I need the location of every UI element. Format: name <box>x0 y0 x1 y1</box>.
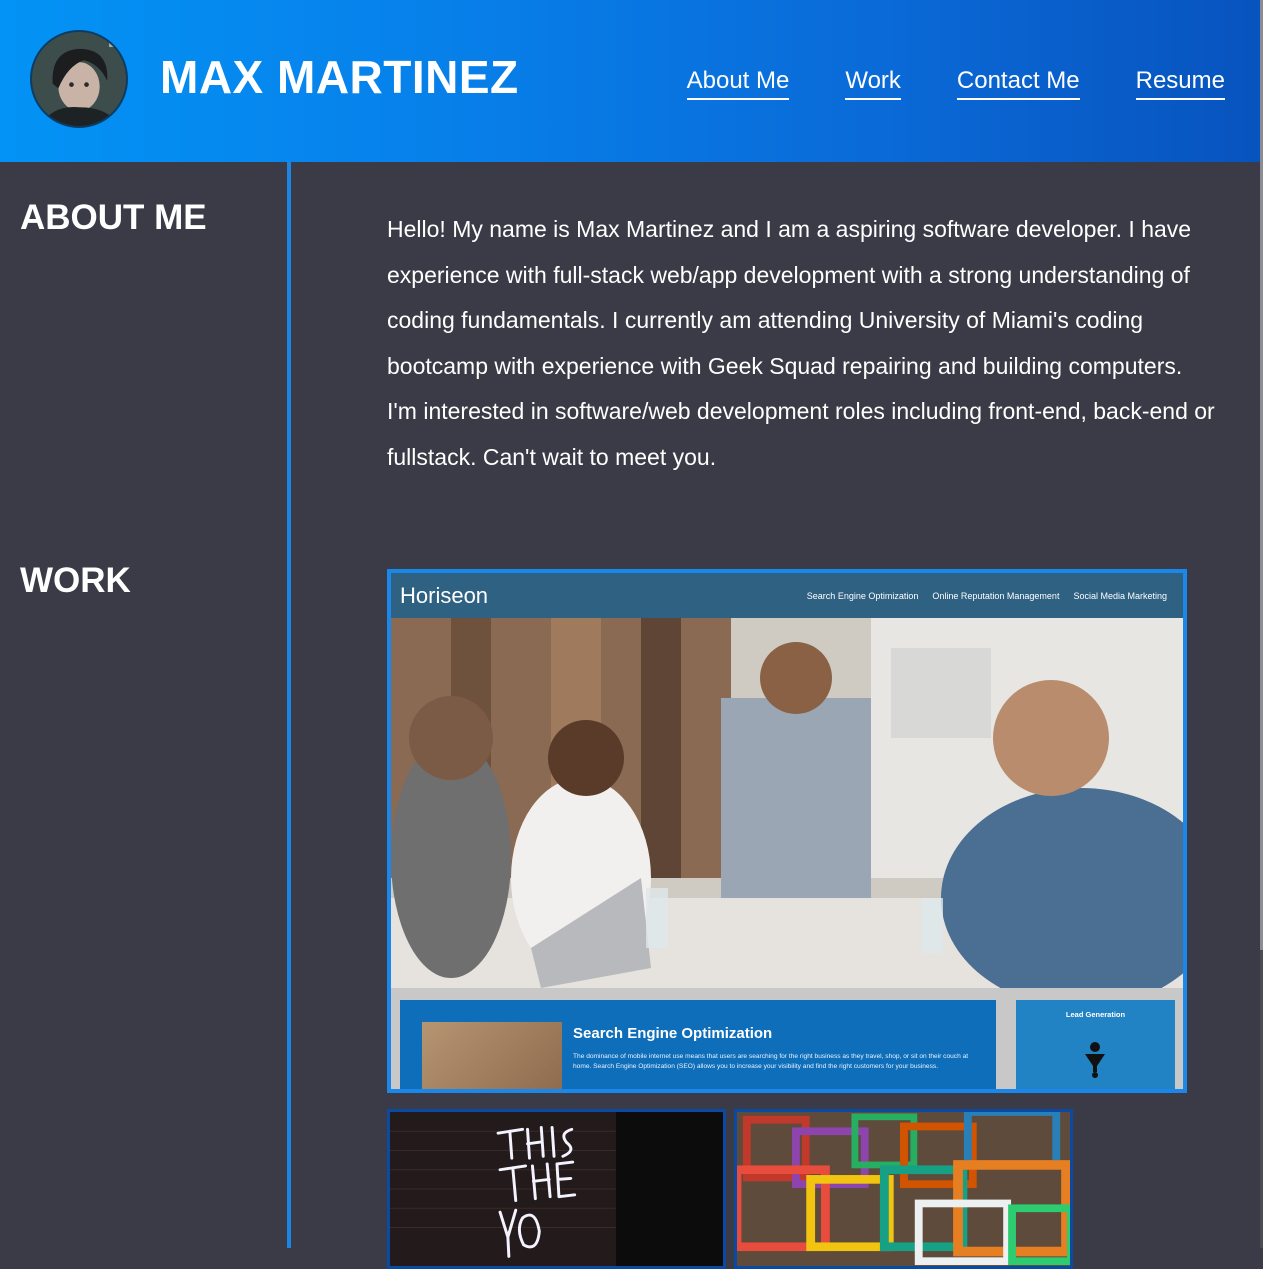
seo-illustration <box>422 1022 562 1089</box>
work-heading: WORK <box>20 561 131 600</box>
picture-frames-photo <box>737 1112 1070 1266</box>
project-horiseon[interactable]: Horiseon Search Engine Optimization Onli… <box>387 569 1187 1093</box>
neon-sign-photo <box>390 1112 723 1266</box>
lead-card-title: Lead Generation <box>1065 1010 1126 1019</box>
project-nav-item: Online Reputation Management <box>932 591 1060 601</box>
project-thumb-2[interactable] <box>734 1109 1073 1269</box>
nav-about-me[interactable]: About Me <box>686 66 790 100</box>
sidebar-divider <box>287 162 291 1248</box>
avatar <box>30 30 128 128</box>
about-heading: ABOUT ME <box>20 198 207 237</box>
project-thumb-1[interactable] <box>387 1109 726 1269</box>
project-site-header: Horiseon Search Engine Optimization Onli… <box>391 573 1183 618</box>
main-nav: About Me Work Contact Me Resume <box>686 66 1225 100</box>
project-site-nav: Search Engine Optimization Online Reputa… <box>807 590 1167 602</box>
project-seo-card: Search Engine Optimization The dominance… <box>400 1000 996 1089</box>
nav-work[interactable]: Work <box>845 66 901 100</box>
profile-photo-icon <box>32 32 126 126</box>
nav-contact-me[interactable]: Contact Me <box>956 66 1080 100</box>
about-text: Hello! My name is Max Martinez and I am … <box>387 216 1215 470</box>
project-nav-item: Social Media Marketing <box>1073 591 1167 601</box>
project-hero-image <box>391 618 1183 988</box>
seo-card-text: The dominance of mobile internet use mea… <box>573 1053 969 1070</box>
lead-generation-icon <box>1085 1042 1105 1078</box>
seo-card-title: Search Engine Optimization <box>573 1025 773 1042</box>
team-meeting-photo <box>391 618 1183 988</box>
project-lead-card: Lead Generation <box>1016 1000 1175 1089</box>
project-site-logo: Horiseon <box>400 583 489 608</box>
project-nav-item: Search Engine Optimization <box>806 591 919 601</box>
nav-resume[interactable]: Resume <box>1135 66 1225 100</box>
site-header: MAX MARTINEZ About Me Work Contact Me Re… <box>0 0 1263 162</box>
site-title: MAX MARTINEZ <box>160 51 519 103</box>
